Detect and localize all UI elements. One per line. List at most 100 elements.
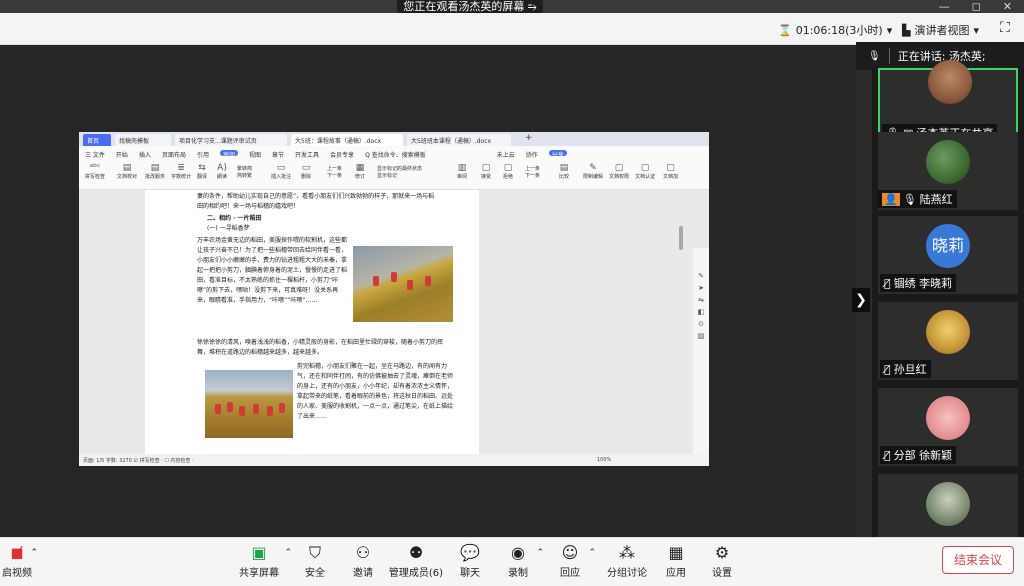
invite-button[interactable]: ⚇ 邀请 (348, 542, 378, 579)
members-button[interactable]: ⚉ 管理成员(6) (388, 542, 444, 579)
ribbon-prev-next[interactable]: 上一条 下一条 (327, 165, 342, 179)
minimize-icon[interactable]: — (939, 0, 950, 13)
apps-button[interactable]: ▦ 应用 (662, 542, 690, 579)
record-button[interactable]: ◉ 录制 ⌃ (504, 542, 544, 579)
participant-tile[interactable]: 🎙̸ 分部 徐新颖 (878, 388, 1018, 466)
video-button[interactable]: ◼̸ 启视频 ⌃ (0, 542, 38, 579)
collab-button[interactable]: 协作 (526, 150, 538, 159)
ribbon-delete[interactable]: ▭ 删除 (301, 163, 311, 180)
doc-tab[interactable]: 项目化学习支...课题评审试页 (175, 134, 287, 146)
members-icon: ⚉ (408, 543, 424, 562)
settings-button[interactable]: ⚙ 设置 (708, 542, 736, 579)
ribbon-wordcount[interactable]: ≣ 字数统计 (171, 163, 191, 180)
end-meeting-button[interactable]: 结束会议 (942, 546, 1014, 574)
viewing-screen-pill[interactable]: 您正在观看汤杰英的屏幕 ⥱ (397, 0, 543, 13)
ribbon-proofread[interactable]: ▤ 文档校对 (117, 163, 137, 180)
menu-file[interactable]: 三 文件 (85, 150, 105, 159)
ribbon-markup-state[interactable]: 显示标记的最终状态 显示标记 (377, 165, 422, 179)
ribbon-compare[interactable]: ▤ 比较 (559, 163, 569, 180)
microphone-icon: 🎙 (902, 192, 917, 206)
meeting-duration: 01:06:18(3小时) (795, 24, 883, 37)
view-label: 演讲者视图 (914, 24, 970, 37)
ribbon-certify[interactable]: ▢ 文档认证 (635, 163, 655, 180)
screen-share-banner: 您正在观看汤杰英的屏幕 ⥱ — ◻ ✕ (0, 0, 1024, 13)
ribbon-accept[interactable]: ▢ 接受 (481, 163, 491, 180)
expand-panel-chevron-icon[interactable]: ❯ (852, 288, 870, 312)
ribbon-permission[interactable]: ▢ 文档权限 (609, 163, 629, 180)
chat-button[interactable]: 💬 聊天 (456, 542, 484, 579)
breakout-button[interactable]: ⁂ 分组讨论 (606, 542, 648, 579)
review-ribbon: ᵃᵇᶜ 拼写检查 ▤ 文档校对 ▤ 批改服务 ≣ 字数统计 ⇆ 翻译 A) 朗读 繁转简 简转… (79, 160, 709, 190)
ribbon-insert-comment[interactable]: ▭ 插入批注 (271, 163, 291, 180)
doc-scrollbar[interactable] (679, 226, 683, 250)
close-icon[interactable]: ✕ (1003, 0, 1012, 13)
view-switcher[interactable]: ▙ 演讲者视图 ▾ (902, 22, 979, 38)
chevron-down-icon: ▾ (886, 23, 893, 37)
doc-statusbar: 页面: 1/5 字数: 3270 ☑ 拼写检查 · ☐ 内容检查 · 100% (79, 454, 709, 466)
menu-layout[interactable]: 页面布局 (162, 150, 186, 159)
menu-references[interactable]: 引用 (197, 150, 209, 159)
participant-tile[interactable]: 👤 🎙 陆燕红 (878, 132, 1018, 210)
image-icon[interactable]: ▨ (693, 332, 709, 340)
adjust-icon[interactable]: ⇋ (693, 296, 709, 304)
children-group-photo[interactable] (205, 370, 293, 438)
menu-chapter[interactable]: 章节 (272, 150, 284, 159)
participant-tile[interactable] (878, 474, 1018, 537)
chevron-up-icon[interactable]: ⌃ (30, 548, 38, 558)
ribbon-read[interactable]: A) 朗读 (217, 163, 227, 180)
ribbon-more[interactable]: ▢ 文档加 (663, 163, 678, 180)
ribbon-prev-next-2[interactable]: 上一条 下一条 (525, 165, 540, 179)
ribbon-spellcheck[interactable]: ᵃᵇᶜ 拼写检查 (85, 163, 105, 180)
restore-icon[interactable]: ◻ (972, 0, 981, 13)
new-tab-icon[interactable]: + (525, 133, 533, 143)
meeting-timer[interactable]: ⌛ 01:06:18(3小时) ▾ (778, 22, 892, 38)
participant-tile[interactable]: 🎙̸ 孙旦红 (878, 302, 1018, 380)
rice-field-photo[interactable] (353, 246, 453, 322)
doc-tab[interactable]: 大5班班本课程（通稿）.docx (407, 134, 511, 146)
avatar (926, 140, 970, 184)
chevron-down-icon: ▾ (973, 23, 979, 37)
doc-tab-active[interactable]: 大5班：课程故事（通稿）.docx (291, 134, 403, 146)
viewing-screen-label: 您正在观看汤杰英的屏幕 (403, 0, 525, 13)
ribbon-convert[interactable]: 繁转简 简转繁 (237, 165, 252, 179)
ribbon-correct[interactable]: ▤ 批改服务 (145, 163, 165, 180)
share-screen-button[interactable]: ▣ 共享屏幕 ⌃ (238, 542, 292, 579)
doc-search[interactable]: Q 查找命令、搜索模板 (365, 150, 426, 159)
reaction-button[interactable]: ☺ 回应 ⌃ (556, 542, 596, 579)
doc-tab-home[interactable]: 首页 (83, 134, 111, 146)
participant-name: 陆燕红 (919, 193, 953, 206)
pen-icon[interactable]: ✎ (693, 272, 709, 280)
shape-icon[interactable]: ◧ (693, 308, 709, 316)
ribbon-review[interactable]: ▥ 审阅 (457, 163, 467, 180)
record-label: 录制 (508, 568, 528, 579)
share-button[interactable]: 分享 (548, 150, 567, 159)
participant-tile[interactable]: 晓莉 🎙̸ 锢绣 李晓莉 (878, 216, 1018, 294)
document-page[interactable]: 妻的条件，帮助幼儿实现自己的意愿”，看看小朋友们们兴致勃勃的样子，那就来一场与稻… (145, 190, 479, 454)
menu-review[interactable]: 审阅 (219, 150, 238, 159)
menu-member[interactable]: 会员专享 (330, 150, 354, 159)
breakout-label: 分组讨论 (607, 568, 647, 579)
chevron-up-icon[interactable]: ⌃ (284, 548, 292, 558)
ribbon-track[interactable]: ▦ 修订 (355, 163, 365, 180)
doc-paragraph-2: 徐徐徐徐的清风，嗅着浅浅的稻香，小精灵般的身影，在稻田里忙碌的穿梭，随着小剪刀的… (197, 339, 444, 356)
menu-home[interactable]: 开始 (116, 150, 128, 159)
menu-view[interactable]: 视图 (249, 150, 261, 159)
screen-options-icon[interactable]: ⥱ (528, 0, 537, 13)
location-icon[interactable]: ⊙ (693, 320, 709, 328)
ribbon-translate[interactable]: ⇆ 翻译 (197, 163, 207, 180)
security-button[interactable]: ⛉ 安全 (300, 542, 330, 579)
participant-name-tag: 🎙̸ 锢绣 李晓莉 (880, 274, 957, 292)
cloud-status[interactable]: 未上云 (497, 150, 515, 159)
ribbon-reject[interactable]: ▢ 拒绝 (503, 163, 513, 180)
cursor-icon[interactable]: ➤ (693, 284, 709, 292)
chevron-up-icon[interactable]: ⌃ (536, 548, 544, 558)
doc-tab[interactable]: 找稿壳模板 (115, 134, 171, 146)
ribbon-restrict[interactable]: ✎ 限制编辑 (583, 163, 603, 180)
menu-insert[interactable]: 插入 (139, 150, 151, 159)
chevron-up-icon[interactable]: ⌃ (588, 548, 596, 558)
shared-screen-content: 首页 找稿壳模板 项目化学习支...课题评审试页 大5班：课程故事（通稿）.do… (79, 132, 709, 466)
doc-side-tools: ✎ ➤ ⇋ ◧ ⊙ ▨ (693, 248, 709, 466)
menu-dev-tools[interactable]: 开发工具 (295, 150, 319, 159)
fullscreen-icon[interactable]: ⛶ (1000, 20, 1010, 36)
zoom-level[interactable]: 100% (597, 457, 611, 463)
